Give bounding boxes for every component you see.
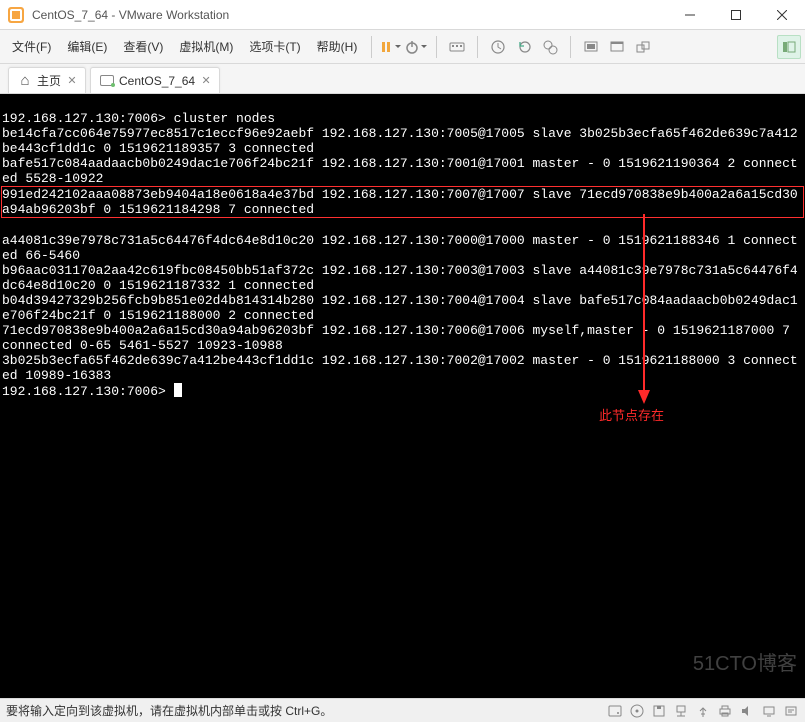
tab-home-label: 主页 bbox=[37, 72, 61, 89]
library-toggle-button[interactable] bbox=[777, 35, 801, 59]
titlebar: CentOS_7_64 - VMware Workstation bbox=[0, 0, 805, 30]
close-tab-home[interactable]: ✕ bbox=[65, 74, 79, 88]
home-icon bbox=[17, 74, 33, 88]
vmware-app-icon bbox=[8, 7, 24, 23]
fit-guest-button[interactable] bbox=[579, 35, 603, 59]
menu-vm[interactable]: 虚拟机(M) bbox=[171, 30, 241, 63]
status-icons bbox=[607, 703, 799, 719]
printer-icon[interactable] bbox=[717, 703, 733, 719]
menu-file[interactable]: 文件(F) bbox=[4, 30, 59, 63]
usb-icon[interactable] bbox=[695, 703, 711, 719]
fullscreen-button[interactable] bbox=[605, 35, 629, 59]
revert-snapshot-button[interactable] bbox=[512, 35, 536, 59]
menu-help[interactable]: 帮助(H) bbox=[309, 30, 366, 63]
terminal-pre: 192.168.127.130:7006> cluster nodes be14… bbox=[2, 111, 798, 186]
toolbar bbox=[378, 35, 801, 59]
separator bbox=[570, 36, 571, 58]
close-tab-vm[interactable]: ✕ bbox=[199, 74, 213, 88]
sound-icon[interactable] bbox=[739, 703, 755, 719]
menu-view[interactable]: 查看(V) bbox=[115, 30, 171, 63]
terminal-output: 192.168.127.130:7006> cluster nodes be14… bbox=[2, 96, 803, 399]
status-text: 要将输入定向到该虚拟机，请在虚拟机内部单击或按 Ctrl+G。 bbox=[6, 702, 607, 719]
separator bbox=[477, 36, 478, 58]
power-button[interactable] bbox=[404, 35, 428, 59]
window-title: CentOS_7_64 - VMware Workstation bbox=[32, 8, 667, 22]
separator bbox=[436, 36, 437, 58]
close-button[interactable] bbox=[759, 0, 805, 29]
cursor-icon bbox=[174, 383, 182, 397]
tab-vm[interactable]: CentOS_7_64 ✕ bbox=[90, 67, 220, 93]
separator bbox=[371, 36, 372, 58]
menu-edit[interactable]: 编辑(E) bbox=[59, 30, 115, 63]
vm-console[interactable]: 192.168.127.130:7006> cluster nodes be14… bbox=[0, 94, 805, 698]
network-icon[interactable] bbox=[673, 703, 689, 719]
floppy-icon[interactable] bbox=[651, 703, 667, 719]
terminal-post: a44081c39e7978c731a5c64476f4dc64e8d10c20… bbox=[2, 233, 798, 383]
disk-icon[interactable] bbox=[607, 703, 623, 719]
window-controls bbox=[667, 0, 805, 29]
statusbar: 要将输入定向到该虚拟机，请在虚拟机内部单击或按 Ctrl+G。 bbox=[0, 698, 805, 722]
menubar: 文件(F) 编辑(E) 查看(V) 虚拟机(M) 选项卡(T) 帮助(H) bbox=[0, 30, 805, 64]
vm-icon bbox=[99, 74, 115, 88]
tab-home[interactable]: 主页 ✕ bbox=[8, 67, 86, 93]
annotation-arrow-icon bbox=[634, 214, 654, 404]
tab-vm-label: CentOS_7_64 bbox=[119, 74, 195, 88]
menu-tabs[interactable]: 选项卡(T) bbox=[241, 30, 308, 63]
menu-items: 文件(F) 编辑(E) 查看(V) 虚拟机(M) 选项卡(T) 帮助(H) bbox=[4, 30, 365, 63]
unity-button[interactable] bbox=[631, 35, 655, 59]
cd-icon[interactable] bbox=[629, 703, 645, 719]
terminal-highlighted-line: 991ed242102aaa08873eb9404a18e0618a4e37bd… bbox=[1, 186, 804, 218]
send-ctrl-alt-del-button[interactable] bbox=[445, 35, 469, 59]
minimize-button[interactable] bbox=[667, 0, 713, 29]
pause-button[interactable] bbox=[378, 35, 402, 59]
message-log-icon[interactable] bbox=[783, 703, 799, 719]
snapshot-manager-button[interactable] bbox=[538, 35, 562, 59]
maximize-button[interactable] bbox=[713, 0, 759, 29]
annotation-label: 此节点存在 bbox=[599, 408, 664, 423]
terminal-prompt: 192.168.127.130:7006> bbox=[2, 384, 174, 399]
snapshot-button[interactable] bbox=[486, 35, 510, 59]
tabbar: 主页 ✕ CentOS_7_64 ✕ bbox=[0, 64, 805, 94]
watermark: 51CTO博客 bbox=[693, 657, 797, 672]
display-icon[interactable] bbox=[761, 703, 777, 719]
